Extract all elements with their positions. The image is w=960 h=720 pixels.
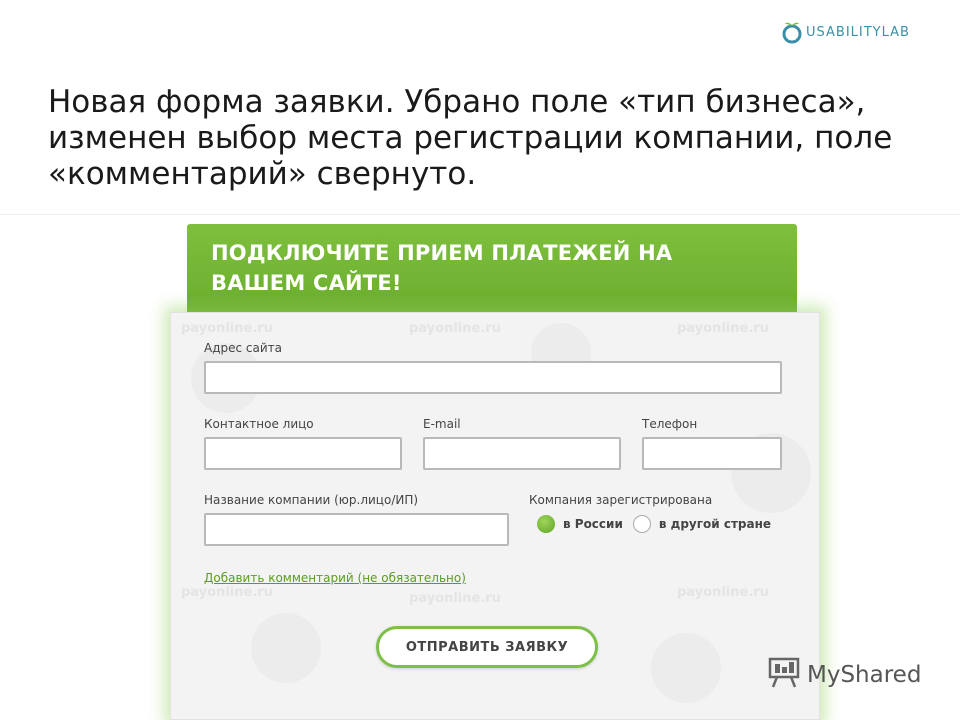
submit-application-button[interactable]: ОТПРАВИТЬ ЗАЯВКУ: [376, 626, 598, 668]
radio-unchecked-icon: [632, 515, 651, 533]
registration-radio-group: в России в другой стране: [537, 515, 781, 533]
site-address-input[interactable]: [204, 361, 782, 394]
usabilitylab-logo: USABILITYLAB: [780, 14, 910, 50]
phone-input[interactable]: [642, 437, 782, 470]
email-label: E-mail: [423, 417, 461, 431]
slide-title: Новая форма заявки. Убрано поле «тип биз…: [48, 84, 893, 192]
form-header: ПОДКЛЮЧИТЕ ПРИЕМ ПЛАТЕЖЕЙ НА ВАШЕМ САЙТЕ…: [187, 224, 797, 324]
registration-label: Компания зарегистрирована: [529, 493, 713, 507]
radio-other-country-label: в другой стране: [658, 517, 772, 531]
email-input[interactable]: [423, 437, 621, 470]
radio-other-country[interactable]: в другой стране: [632, 515, 772, 533]
form-header-text: ПОДКЛЮЧИТЕ ПРИЕМ ПЛАТЕЖЕЙ НА ВАШЕМ САЙТЕ…: [211, 241, 673, 295]
watermark-text: payonline.ru: [409, 321, 501, 336]
watermark-circle: [251, 613, 321, 683]
watermark-text: payonline.ru: [677, 321, 769, 336]
site-address-label: Адрес сайта: [204, 341, 283, 355]
watermark-circle: [651, 633, 721, 703]
usabilitylab-logo-text: USABILITYLAB: [806, 24, 910, 40]
application-form: payonline.ru payonline.ru payonline.ru p…: [170, 312, 820, 720]
radio-russia[interactable]: в России: [537, 515, 623, 533]
watermark-text: payonline.ru: [409, 591, 501, 606]
watermark-text: payonline.ru: [181, 585, 273, 600]
divider: [0, 214, 960, 215]
company-name-label: Название компании (юр.лицо/ИП): [204, 493, 419, 507]
contact-person-input[interactable]: [204, 437, 402, 470]
presentation-board-icon: [767, 655, 801, 694]
usabilitylab-logo-icon: [780, 20, 804, 44]
watermark-text: payonline.ru: [677, 585, 769, 600]
radio-russia-label: в России: [563, 517, 623, 531]
radio-checked-icon: [537, 515, 555, 533]
add-comment-link[interactable]: Добавить комментарий (не обязательно): [204, 571, 466, 585]
contact-person-label: Контактное лицо: [204, 417, 314, 431]
company-name-input[interactable]: [204, 513, 509, 546]
myshared-brand: MyShared: [807, 661, 922, 688]
myshared-watermark: MyShared: [767, 655, 921, 694]
phone-label: Телефон: [642, 417, 698, 431]
watermark-text: payonline.ru: [181, 321, 273, 336]
